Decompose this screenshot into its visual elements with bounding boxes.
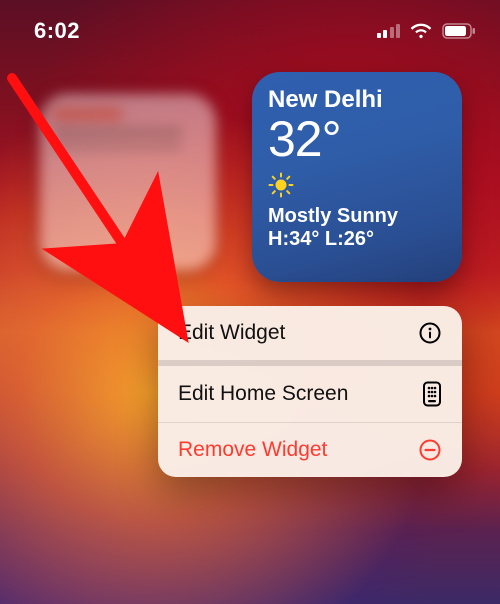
status-icons bbox=[377, 23, 477, 39]
cellular-icon bbox=[377, 24, 401, 38]
battery-icon bbox=[442, 23, 476, 39]
homescreen-icon bbox=[422, 381, 442, 407]
background-widget-blurred bbox=[40, 94, 216, 270]
menu-item-label: Edit Home Screen bbox=[178, 382, 348, 406]
edit-home-screen-item[interactable]: Edit Home Screen bbox=[158, 366, 462, 423]
menu-item-label: Remove Widget bbox=[178, 438, 327, 462]
edit-widget-item[interactable]: Edit Widget bbox=[158, 306, 462, 366]
info-circle-icon bbox=[418, 321, 442, 345]
wifi-icon bbox=[410, 23, 432, 39]
minus-circle-icon bbox=[418, 438, 442, 462]
weather-widget[interactable]: New Delhi 32° Mostly Sunny H:34° L:26° bbox=[252, 72, 462, 282]
context-menu: Edit Widget Edit Home Screen Remove Widg… bbox=[158, 306, 462, 477]
weather-city: New Delhi bbox=[268, 88, 448, 112]
weather-high-low: H:34° L:26° bbox=[268, 228, 448, 251]
remove-widget-item[interactable]: Remove Widget bbox=[158, 423, 462, 477]
status-time: 6:02 bbox=[34, 18, 80, 44]
weather-temperature: 32° bbox=[268, 114, 448, 164]
status-bar: 6:02 bbox=[0, 0, 500, 52]
menu-item-label: Edit Widget bbox=[178, 321, 285, 345]
sun-icon bbox=[268, 172, 448, 203]
weather-condition: Mostly Sunny bbox=[268, 205, 448, 228]
